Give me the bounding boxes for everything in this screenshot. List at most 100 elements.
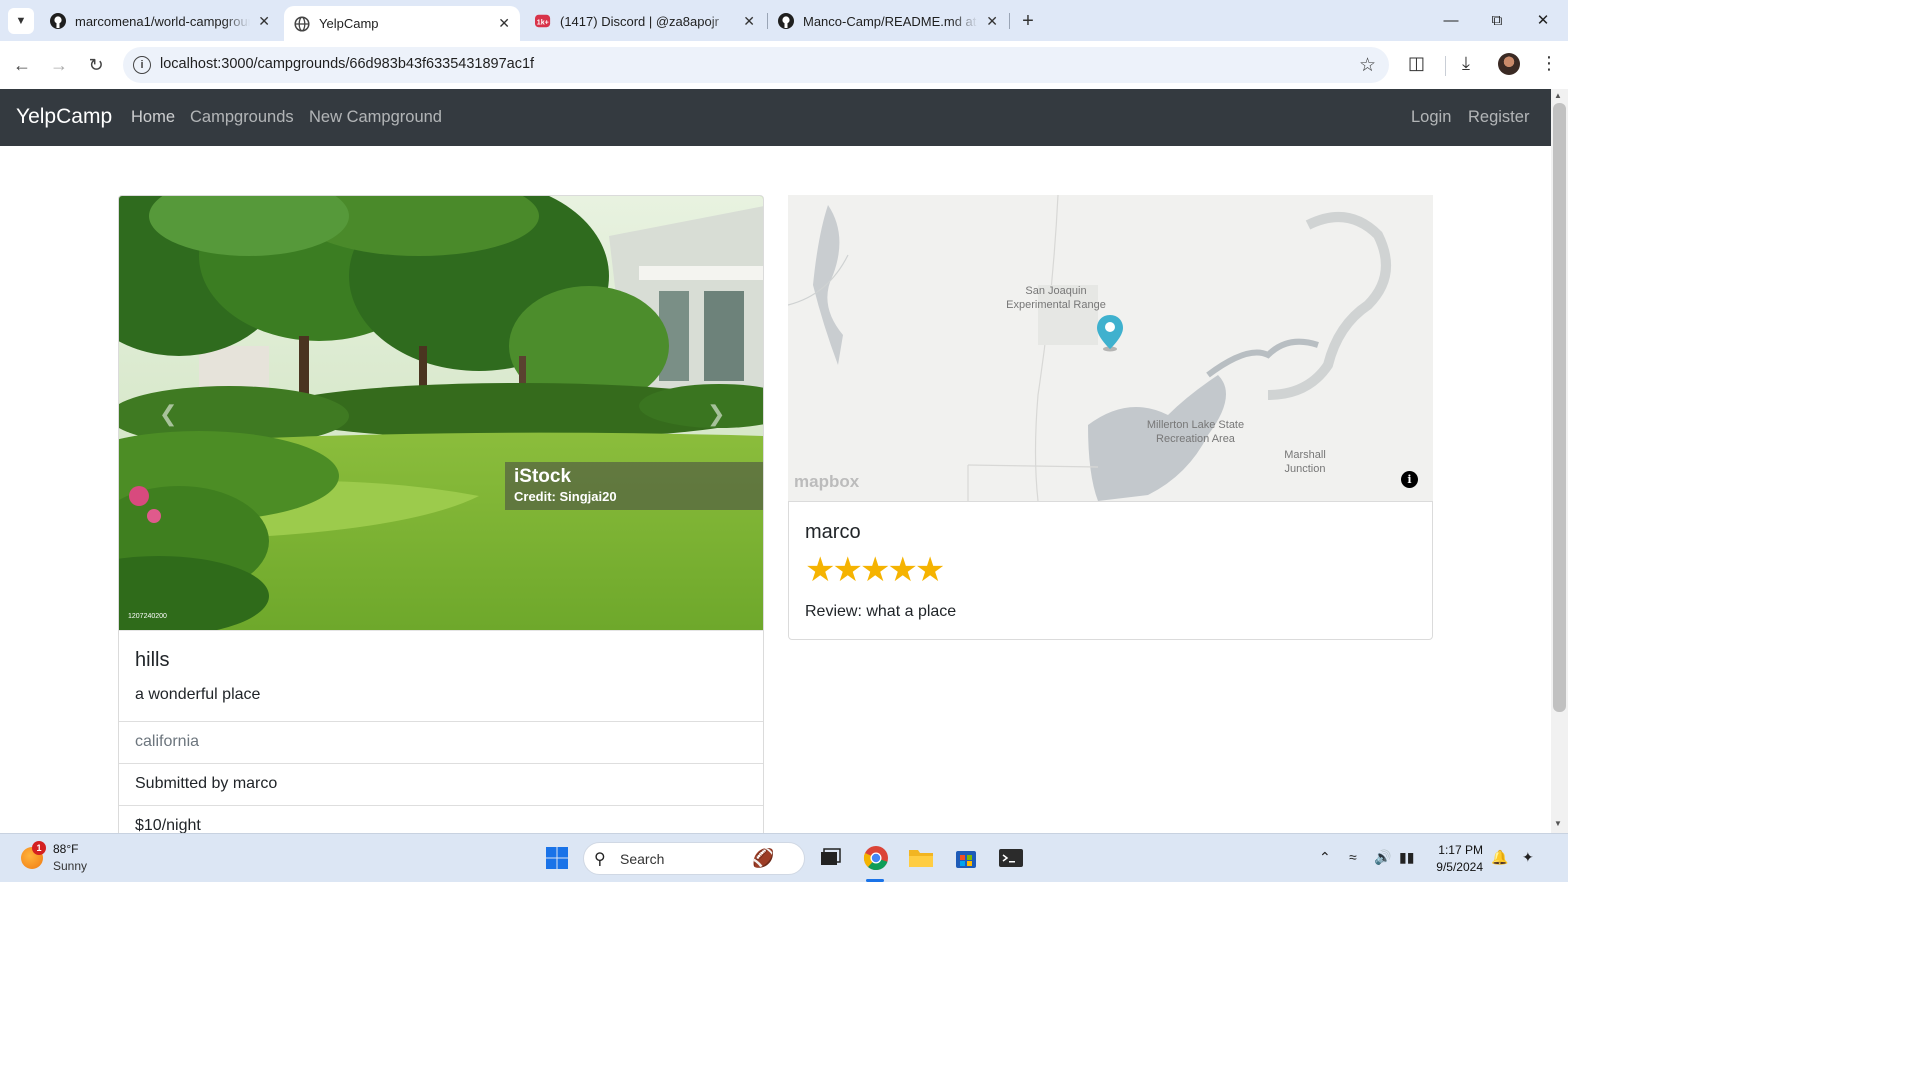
map-attribution-info-icon[interactable]: i: [1401, 471, 1418, 488]
nav-link-home[interactable]: Home: [131, 108, 175, 127]
minimize-button[interactable]: —: [1428, 0, 1474, 40]
github-icon: [50, 13, 66, 29]
extensions-icon[interactable]: ◫: [1408, 53, 1425, 74]
campground-card: ❮ ❯ iStock Credit: Singjai20 1207240200 …: [118, 195, 764, 833]
store-button[interactable]: [951, 843, 981, 873]
tab-title: YelpCamp: [319, 16, 379, 31]
forward-button[interactable]: →: [46, 52, 72, 78]
tab-title: (1417) Discord | @za8apojr: [560, 13, 719, 29]
weather-temperature[interactable]: 88°F: [53, 842, 78, 856]
weather-badge: 1: [32, 841, 46, 855]
notification-bell-icon[interactable]: 🔔: [1491, 849, 1508, 866]
carousel-next-icon[interactable]: ❯: [707, 401, 725, 427]
arrow-left-icon: ←: [13, 54, 31, 75]
back-button[interactable]: ←: [9, 52, 35, 78]
navbar-brand[interactable]: YelpCamp: [16, 105, 112, 129]
tab-search-button[interactable]: ▼: [8, 8, 34, 34]
scroll-up-icon[interactable]: ▲: [1554, 91, 1562, 100]
github-icon: [778, 13, 794, 29]
review-author: marco: [805, 521, 861, 543]
clock-date: 9/5/2024: [1436, 860, 1483, 874]
restore-icon: ⧉: [1491, 11, 1503, 29]
volume-icon[interactable]: 🔊: [1374, 849, 1391, 866]
nav-link-login[interactable]: Login: [1411, 108, 1451, 127]
svg-text:1k+: 1k+: [537, 19, 549, 27]
search-icon: ⚲: [594, 851, 606, 868]
chevron-up-icon[interactable]: ⌃: [1319, 849, 1331, 866]
chevron-down-icon: ▼: [15, 15, 27, 27]
close-icon[interactable]: ✕: [743, 13, 755, 30]
nav-link-register[interactable]: Register: [1468, 108, 1529, 127]
toolbar-divider: [1445, 56, 1446, 76]
nav-link-campgrounds[interactable]: Campgrounds: [190, 108, 294, 127]
system-clock[interactable]: 1:17 PM 9/5/2024: [1425, 842, 1483, 876]
browser-tab[interactable]: Manco-Camp/README.md at m ✕: [768, 5, 1008, 37]
chrome-icon: [863, 846, 888, 871]
close-window-button[interactable]: ✕: [1520, 0, 1566, 40]
chrome-taskbar-button[interactable]: [861, 843, 891, 873]
battery-icon[interactable]: ▮▮: [1399, 849, 1414, 866]
campground-card-body: hills a wonderful place: [119, 630, 763, 721]
tab-title: Manco-Camp/README.md at m: [803, 13, 979, 29]
watermark-brand: iStock: [514, 466, 572, 487]
tab-separator: [1009, 13, 1010, 29]
menu-kebab-icon[interactable]: ⋮: [1540, 53, 1558, 74]
page-viewport: YelpCamp Home Campgrounds New Campground…: [0, 89, 1551, 833]
wifi-icon[interactable]: ≈: [1349, 849, 1357, 865]
arrow-right-icon: →: [50, 54, 68, 75]
watermark-credit: Credit: Singjai20: [514, 489, 617, 504]
review-text: Review: what a place: [805, 603, 957, 620]
weather-description[interactable]: Sunny: [53, 859, 87, 873]
page-scrollbar[interactable]: ▲ ▼: [1551, 89, 1568, 833]
url-text[interactable]: localhost:3000/campgrounds/66d983b43f633…: [160, 56, 534, 72]
store-icon: [956, 851, 976, 868]
taskbar-search[interactable]: ⚲ Search 🏈: [583, 842, 805, 875]
browser-tab[interactable]: marcomena1/world-campground ✕: [40, 5, 280, 37]
scroll-down-icon[interactable]: ▼: [1554, 819, 1562, 828]
terminal-button[interactable]: [996, 843, 1026, 873]
file-explorer-button[interactable]: [906, 843, 936, 873]
close-icon: ✕: [1536, 12, 1550, 29]
copilot-icon[interactable]: ✦: [1522, 849, 1534, 866]
campground-description: a wonderful place: [135, 686, 261, 703]
close-icon[interactable]: ✕: [986, 13, 998, 30]
campground-image-carousel: ❮ ❯ iStock Credit: Singjai20 1207240200: [119, 196, 763, 630]
taskbar-search-placeholder: Search: [620, 851, 665, 867]
campground-title: hills: [135, 649, 170, 671]
browser-tab[interactable]: 1k+ (1417) Discord | @za8apojr ✕: [525, 5, 765, 37]
restore-button[interactable]: ⧉: [1474, 0, 1520, 40]
windows-logo-icon: [546, 847, 568, 869]
folder-icon: [909, 850, 933, 867]
start-button[interactable]: [542, 843, 572, 873]
stock-image-id: 1207240200: [128, 613, 167, 620]
active-app-indicator: [866, 879, 884, 882]
discord-icon: 1k+: [535, 13, 551, 29]
close-icon[interactable]: ✕: [258, 13, 270, 30]
new-tab-button[interactable]: +: [1015, 8, 1041, 34]
task-view-button[interactable]: [815, 843, 845, 873]
nav-link-new-campground[interactable]: New Campground: [309, 108, 442, 127]
profile-avatar[interactable]: [1498, 53, 1520, 75]
clock-time: 1:17 PM: [1438, 843, 1483, 857]
site-info-icon[interactable]: i: [133, 56, 151, 74]
site-navbar: YelpCamp Home Campgrounds New Campground…: [0, 89, 1551, 146]
plus-icon: +: [1022, 9, 1034, 32]
campground-price: $10/night: [119, 805, 763, 833]
browser-tab-active[interactable]: YelpCamp ✕: [284, 6, 520, 41]
campground-author: Submitted by marco: [119, 763, 763, 805]
carousel-prev-icon[interactable]: ❮: [159, 401, 177, 427]
map-marker-icon[interactable]: [1095, 313, 1125, 353]
close-icon[interactable]: ✕: [498, 15, 510, 32]
tab-title: marcomena1/world-campground: [75, 13, 251, 29]
istock-watermark: iStock Credit: Singjai20: [505, 462, 763, 510]
scrollbar-thumb[interactable]: [1553, 103, 1566, 712]
campground-photo: [119, 196, 763, 630]
reload-button[interactable]: ↻: [83, 52, 109, 78]
browser-tab-strip: ▼ marcomena1/world-campground ✕ YelpCamp…: [0, 0, 1568, 41]
mapbox-logo[interactable]: mapbox: [794, 472, 859, 492]
download-icon[interactable]: ⤓: [1462, 53, 1470, 74]
search-highlight-icon: 🏈: [752, 848, 775, 868]
address-bar[interactable]: i localhost:3000/campgrounds/66d983b43f6…: [123, 47, 1389, 83]
bookmark-star-icon[interactable]: ☆: [1359, 54, 1376, 77]
campground-map[interactable]: San Joaquin Experimental Range Millerton…: [788, 195, 1433, 501]
